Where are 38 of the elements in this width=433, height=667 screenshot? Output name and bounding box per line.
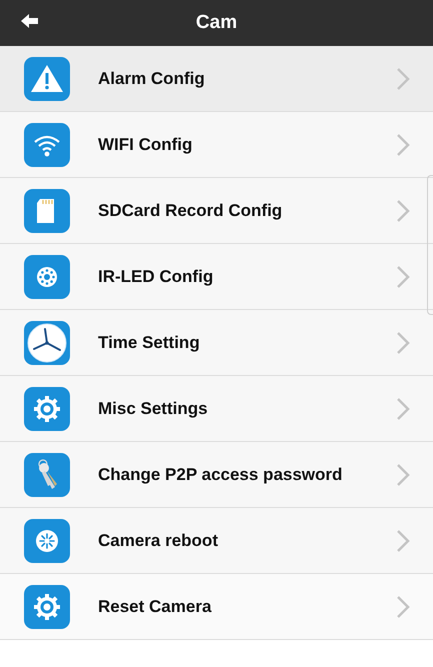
menu-item-label: Misc Settings — [98, 398, 208, 420]
menu-item-label: SDCard Record Config — [98, 200, 282, 222]
menu-item[interactable]: SDCard Record Config — [0, 178, 433, 244]
menu-item[interactable]: IR-LED Config — [0, 244, 433, 310]
wifi-icon — [23, 122, 71, 168]
menu-item-label: Change P2P access password — [98, 464, 342, 486]
chevron-right-icon — [395, 330, 411, 356]
menu-item[interactable]: Reset Camera — [0, 574, 433, 640]
chevron-right-icon — [395, 66, 411, 92]
menu-item[interactable]: Time Setting — [0, 310, 433, 376]
memory-card-icon — [23, 188, 71, 234]
chevron-right-icon — [395, 462, 411, 488]
chevron-right-icon — [395, 594, 411, 620]
chevron-right-icon — [395, 264, 411, 290]
menu-item[interactable]: Alarm Config — [0, 46, 433, 112]
menu-item[interactable]: WIFI Config — [0, 112, 433, 178]
clock-icon — [23, 320, 71, 366]
menu-item-label: Reset Camera — [98, 596, 212, 618]
menu-item[interactable]: Change P2P access password — [0, 442, 433, 508]
gear-icon — [23, 584, 71, 630]
key-icon — [23, 452, 71, 498]
chevron-right-icon — [395, 396, 411, 422]
menu-item-label: WIFI Config — [98, 134, 192, 156]
chevron-right-icon — [395, 528, 411, 554]
screen-title: Cam — [196, 10, 238, 35]
chevron-right-icon — [395, 198, 411, 224]
menu-item-label: Alarm Config — [98, 68, 205, 90]
menu-item[interactable]: Misc Settings — [0, 376, 433, 442]
led-ring-icon — [23, 254, 71, 300]
chevron-right-icon — [395, 132, 411, 158]
menu-item-label: Time Setting — [98, 332, 200, 354]
warning-icon — [23, 56, 71, 102]
menu-item[interactable]: Camera reboot — [0, 508, 433, 574]
gear-icon — [23, 386, 71, 432]
reboot-icon — [23, 518, 71, 564]
back-arrow-icon[interactable] — [20, 11, 40, 31]
menu-item-label: Camera reboot — [98, 530, 218, 552]
menu-item-label: IR-LED Config — [98, 266, 214, 288]
